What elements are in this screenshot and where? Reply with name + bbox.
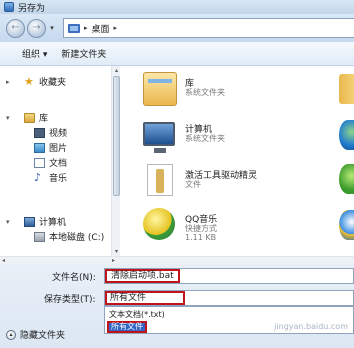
window-title: 另存为 [18,3,46,14]
save-type-value[interactable]: 所有文件 [105,291,185,305]
new-folder-button[interactable]: 新建文件夹 [61,47,106,60]
scroll-left-icon[interactable]: ◂ [2,257,5,264]
filename-field[interactable]: 清除启动项.bat [104,268,354,284]
file-size: 1.11 KB [185,233,217,242]
expand-caret-icon[interactable]: ▸ [6,78,10,86]
hide-folders-toggle[interactable]: ▴ 隐藏文件夹 [6,328,65,341]
file-icon [147,164,173,196]
scroll-right-icon[interactable]: ▸ [112,257,115,264]
collapse-caret-icon[interactable]: ▾ [6,114,10,122]
collapse-caret-icon[interactable]: ▾ [6,218,10,226]
file-item-driver-tool[interactable]: 激活工具驱动精灵 文件 [143,164,333,204]
file-list: 库 系统文件夹 计算机 系统文件夹 激活工具驱动精灵 文件 QQ音乐 快捷方式 … [121,66,354,256]
scroll-thumb[interactable] [113,76,120,196]
sidebar-scrollbar[interactable]: ▴ ▾ [111,66,120,256]
sidebar-item-label: 库 [39,114,49,124]
sidebar-item-label: 计算机 [39,218,67,228]
forward-arrow-icon: → [32,22,41,33]
toolbar: 组织 ▾ 新建文件夹 [0,42,354,66]
folder-icon[interactable] [339,74,354,104]
breadcrumb-separator[interactable]: ▸ [84,24,88,32]
save-type-label: 保存类型(T): [44,295,96,305]
option-all-files[interactable]: 所有文件 [107,321,147,333]
video-icon [34,127,45,138]
globe-icon[interactable] [339,120,354,150]
sidebar-item-pictures[interactable]: 图片 [0,140,120,155]
qqmusic-icon [143,208,175,240]
chevron-up-icon: ▴ [6,329,16,340]
save-as-icon [4,2,14,12]
computer-icon [143,122,175,153]
save-panel: 文件名(N): 清除启动项.bat 保存类型(T): 所有文件 文本文档(*.t… [0,264,354,348]
option-text-file[interactable]: 文本文档(*.txt) [107,309,167,321]
library-icon [24,112,35,123]
file-item-qqmusic[interactable]: QQ音乐 快捷方式 1.11 KB [143,208,333,248]
sidebar-item-documents[interactable]: 文档 [0,155,120,170]
folder-icon [68,23,80,33]
leaf-icon[interactable] [339,164,354,194]
sidebar-item-label: 收藏夹 [39,78,67,88]
hide-folders-label: 隐藏文件夹 [20,331,66,341]
file-type: 文件 [185,180,201,189]
partial-icons-column [337,66,354,256]
music-icon: ♪ [34,170,42,184]
organize-button[interactable]: 组织 ▾ [22,47,47,60]
sidebar-item-music[interactable]: ♪ 音乐 [0,170,120,185]
file-item-library[interactable]: 库 系统文件夹 [143,72,333,112]
sidebar-item-favorites[interactable]: ▸ ★ 收藏夹 [0,74,120,89]
forward-button[interactable]: → [27,18,46,38]
sidebar-item-local-disk[interactable]: 本地磁盘 (C:) [0,229,120,244]
navigation-pane: ▸ ★ 收藏夹 ▾ 库 视频 图片 文档 ♪ 音乐 ▾ 计算机 本地磁盘 (C:… [0,66,120,256]
watermark: jingyan.baidu.com [274,322,348,331]
file-item-computer[interactable]: 计算机 系统文件夹 [143,118,333,158]
file-type: 系统文件夹 [185,134,225,143]
library-icon [143,72,177,106]
breadcrumb-desktop[interactable]: 桌面 [92,22,110,35]
picture-icon [34,142,45,153]
recent-locations-dropdown[interactable]: ▾ [48,24,56,32]
sidebar-item-videos[interactable]: 视频 [0,125,120,140]
horizontal-scrollbar[interactable]: ◂ ▸ [0,256,354,264]
back-arrow-icon: ← [11,22,20,33]
scroll-up-icon[interactable]: ▴ [113,67,120,74]
sidebar-item-libraries[interactable]: ▾ 库 [0,110,120,125]
sidebar-item-label: 文档 [49,159,68,169]
computer-icon [24,216,35,227]
document-icon [34,157,45,168]
save-type-select[interactable]: 所有文件 [104,290,354,306]
back-button[interactable]: ← [6,18,25,38]
filename-label: 文件名(N): [52,273,96,283]
browser-icon[interactable] [339,210,354,240]
title-bar: 另存为 [0,0,354,14]
filename-value[interactable]: 清除启动项.bat [105,269,180,283]
scroll-down-icon[interactable]: ▾ [113,248,120,255]
file-type: 系统文件夹 [185,88,225,97]
sidebar-item-label: 图片 [49,144,68,154]
disk-icon [34,231,45,242]
sidebar-item-label: 本地磁盘 (C:) [49,233,105,243]
star-icon: ★ [24,74,34,88]
sidebar-item-label: 视频 [49,129,68,139]
navigation-bar: ← → ▾ ▸ 桌面 ▸ [0,14,354,42]
breadcrumb-separator[interactable]: ▸ [114,24,118,32]
sidebar-item-label: 音乐 [49,174,68,184]
sidebar-item-computer[interactable]: ▾ 计算机 [0,214,120,229]
address-bar[interactable]: ▸ 桌面 ▸ [63,18,354,38]
